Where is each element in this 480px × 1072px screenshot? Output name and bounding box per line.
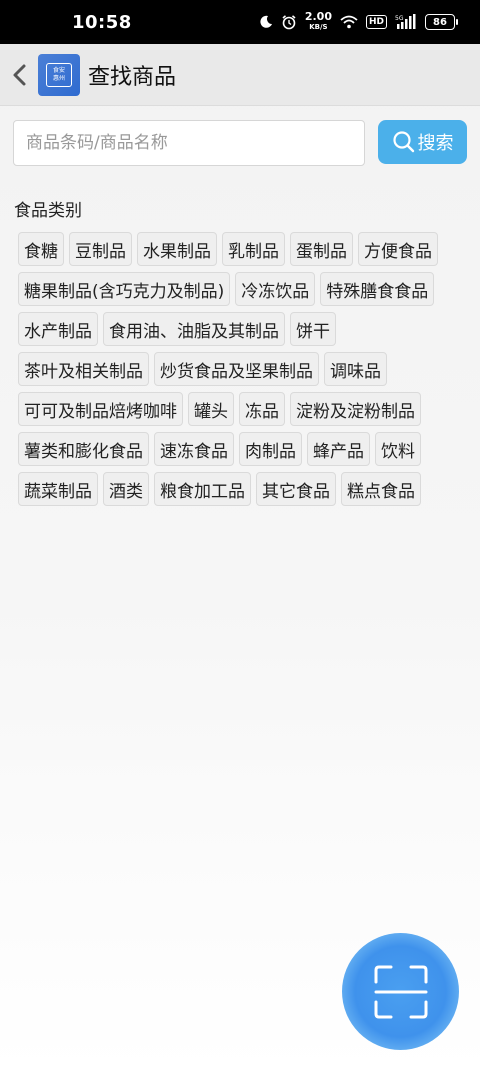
net-speed-unit: KB/S <box>309 23 328 31</box>
category-tag[interactable]: 其它食品 <box>256 472 336 506</box>
app-header: 食安 惠州 查找商品 <box>0 44 480 106</box>
tag-row: 水产制品 食用油、油脂及其制品 饼干 <box>18 312 468 346</box>
category-tag[interactable]: 茶叶及相关制品 <box>18 352 149 386</box>
back-button[interactable] <box>0 44 38 106</box>
tag-row: 食糖 豆制品 水果制品 乳制品 蛋制品 方便食品 <box>18 232 468 266</box>
tag-row: 糖果制品(含巧克力及制品) 冷冻饮品 特殊膳食食品 <box>18 272 468 306</box>
category-tag[interactable]: 肉制品 <box>239 432 302 466</box>
category-tag[interactable]: 水产制品 <box>18 312 98 346</box>
hd-badge: HD <box>365 15 387 29</box>
tag-row: 薯类和膨化食品 速冻食品 肉制品 蜂产品 饮料 <box>18 432 468 466</box>
logo-text-bottom: 惠州 <box>52 74 65 82</box>
category-tag[interactable]: 方便食品 <box>358 232 438 266</box>
category-tag[interactable]: 豆制品 <box>69 232 132 266</box>
tag-row: 蔬菜制品 酒类 粮食加工品 其它食品 糕点食品 <box>18 472 468 506</box>
status-bar: 10:58 2.00 KB/S HD 5G 86 <box>0 0 480 44</box>
page-title: 查找商品 <box>88 64 177 90</box>
signal-icon: 5G <box>395 14 417 30</box>
battery-indicator: 86 <box>425 14 458 30</box>
category-tag[interactable]: 炒货食品及坚果制品 <box>154 352 319 386</box>
net-speed-value: 2.00 <box>304 10 332 23</box>
category-tag[interactable]: 粮食加工品 <box>154 472 251 506</box>
scan-button[interactable] <box>342 933 459 1050</box>
tag-row: 可可及制品焙烤咖啡 罐头 冻品 淀粉及淀粉制品 <box>18 392 468 426</box>
category-tag[interactable]: 糖果制品(含巧克力及制品) <box>18 272 231 306</box>
alarm-icon <box>281 14 297 30</box>
logo-mark: 食安 惠州 <box>46 62 72 87</box>
category-tag[interactable]: 酒类 <box>103 472 149 506</box>
category-tag[interactable]: 调味品 <box>324 352 387 386</box>
category-tag[interactable]: 水果制品 <box>137 232 217 266</box>
category-tag[interactable]: 淀粉及淀粉制品 <box>290 392 421 426</box>
search-bar: 搜索 <box>13 120 467 166</box>
category-tag[interactable]: 食糖 <box>18 232 64 266</box>
category-tag[interactable]: 蔬菜制品 <box>18 472 98 506</box>
category-tag[interactable]: 蜂产品 <box>307 432 370 466</box>
status-icons: 2.00 KB/S HD 5G 86 <box>259 10 458 32</box>
tag-row: 茶叶及相关制品 炒货食品及坚果制品 调味品 <box>18 352 468 386</box>
battery-level: 86 <box>425 14 455 30</box>
category-tag[interactable]: 罐头 <box>188 392 234 426</box>
network-speed: 2.00 KB/S <box>304 10 332 32</box>
category-tag[interactable]: 薯类和膨化食品 <box>18 432 149 466</box>
search-button[interactable]: 搜索 <box>378 120 467 164</box>
category-tag[interactable]: 蛋制品 <box>290 232 353 266</box>
status-time: 10:58 <box>72 11 132 33</box>
category-tags: 食糖 豆制品 水果制品 乳制品 蛋制品 方便食品 糖果制品(含巧克力及制品) 冷… <box>18 232 468 512</box>
category-tag[interactable]: 速冻食品 <box>154 432 234 466</box>
category-tag[interactable]: 糕点食品 <box>341 472 421 506</box>
category-tag[interactable]: 冻品 <box>239 392 285 426</box>
chevron-left-icon <box>13 64 26 85</box>
category-title: 食品类别 <box>14 201 82 221</box>
logo-text-top: 食安 <box>52 66 65 74</box>
category-tag[interactable]: 可可及制品焙烤咖啡 <box>18 392 183 426</box>
scan-frame-icon <box>374 965 427 1018</box>
search-button-label: 搜索 <box>417 133 454 153</box>
search-input[interactable] <box>13 120 365 166</box>
category-tag[interactable]: 冷冻饮品 <box>235 272 316 306</box>
category-tag[interactable]: 饼干 <box>290 312 336 346</box>
category-tag[interactable]: 饮料 <box>375 432 421 466</box>
search-icon <box>392 131 414 153</box>
category-tag[interactable]: 特殊膳食食品 <box>320 272 435 306</box>
category-tag[interactable]: 乳制品 <box>222 232 285 266</box>
svg-text:5G: 5G <box>395 15 404 22</box>
moon-icon <box>259 15 273 29</box>
wifi-icon <box>340 15 358 29</box>
category-tag[interactable]: 食用油、油脂及其制品 <box>103 312 285 346</box>
app-logo: 食安 惠州 <box>38 53 80 96</box>
